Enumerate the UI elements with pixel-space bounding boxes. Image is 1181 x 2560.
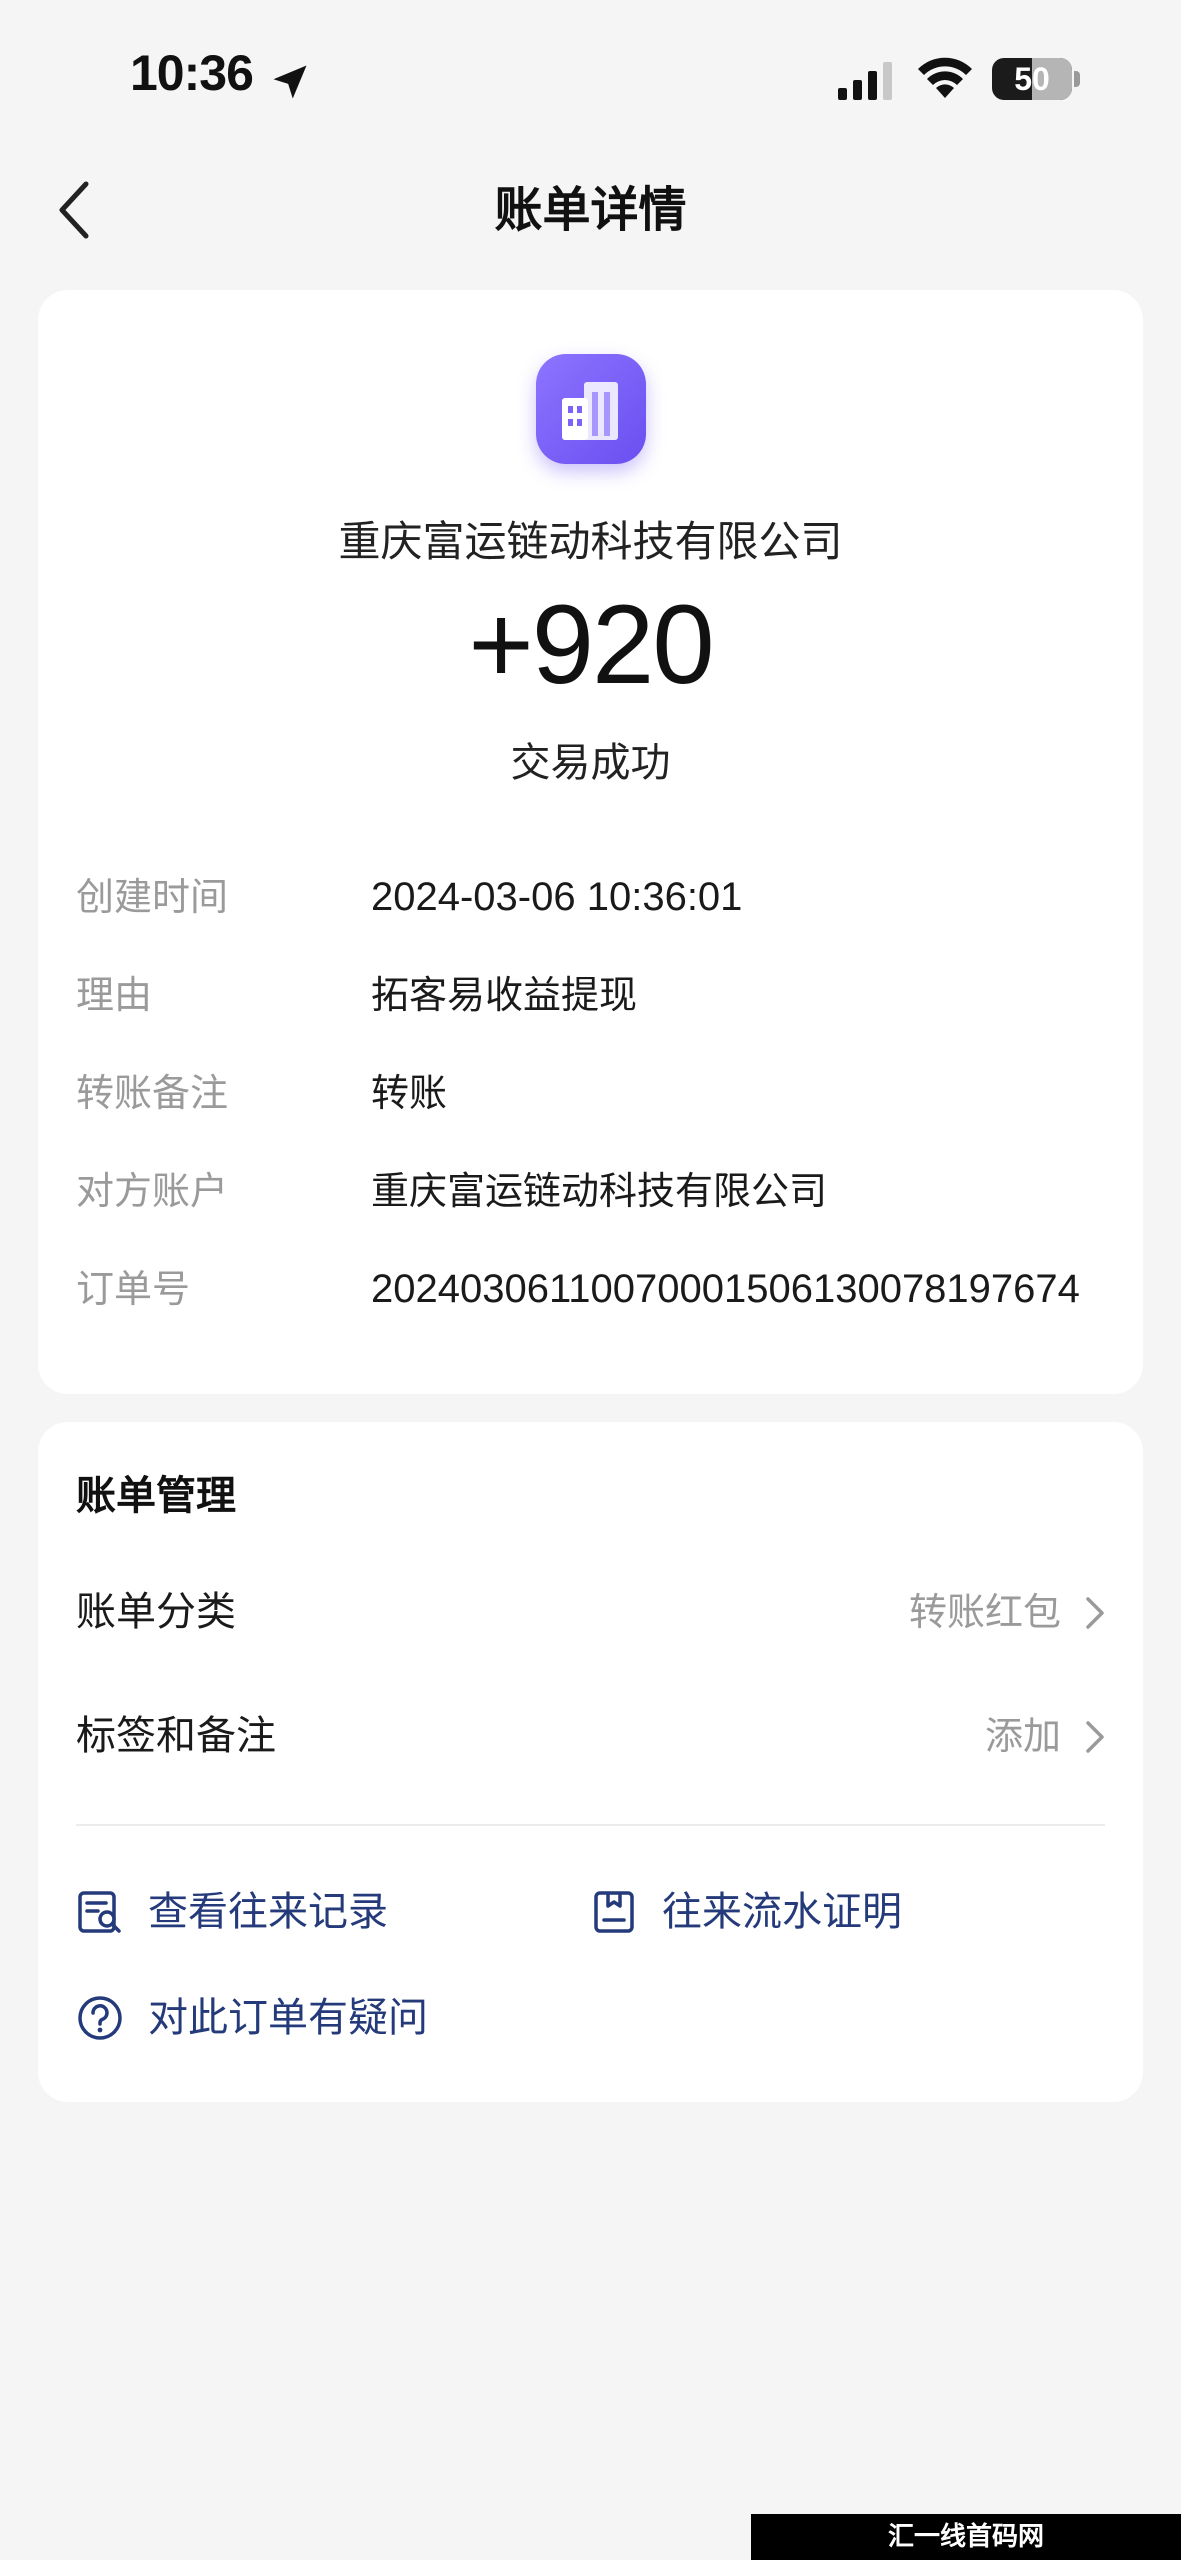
row-label: 标签和备注 bbox=[76, 1713, 276, 1759]
nav-bar: 账单详情 bbox=[0, 160, 1181, 260]
detail-row-created-time: 创建时间 2024-03-06 10:36:01 bbox=[38, 862, 1143, 932]
detail-label: 创建时间 bbox=[76, 875, 229, 919]
row-value: 添加 bbox=[984, 1714, 1061, 1758]
site-watermark: 汇一线首码网 www.huiyixian.com bbox=[751, 2514, 1181, 2560]
building-icon bbox=[562, 382, 618, 440]
order-number-value[interactable]: 20240306110070001506130078197674 bbox=[371, 1254, 1080, 1324]
statement-icon bbox=[594, 1891, 634, 1933]
action-label: 对此订单有疑问 bbox=[148, 1995, 428, 2041]
detail-row-counterparty: 对方账户 重庆富运链动科技有限公司 bbox=[38, 1156, 1143, 1226]
statement-proof-button[interactable]: 往来流水证明 bbox=[590, 1872, 1030, 1952]
merchant-logo bbox=[536, 354, 646, 464]
detail-row-reason: 理由 拓客易收益提现 bbox=[38, 960, 1143, 1030]
status-bar: 10:36 50 bbox=[0, 0, 1181, 160]
detail-value: 2024-03-06 10:36:01 bbox=[371, 875, 743, 919]
battery-nub bbox=[1074, 71, 1080, 87]
detail-label: 转账备注 bbox=[76, 1071, 229, 1115]
status-time: 10:36 bbox=[130, 45, 254, 101]
chevron-right-icon bbox=[1086, 1597, 1104, 1629]
cellular-signal-icon bbox=[838, 62, 892, 100]
row-value: 转账红包 bbox=[908, 1590, 1061, 1634]
battery-icon: 50 bbox=[992, 58, 1072, 100]
transaction-card: 重庆富运链动科技有限公司 +920 交易成功 创建时间 2024-03-06 1… bbox=[38, 290, 1143, 1394]
detail-label: 理由 bbox=[76, 973, 153, 1017]
view-records-button[interactable]: 查看往来记录 bbox=[76, 1872, 516, 1952]
detail-value: 拓客易收益提现 bbox=[371, 973, 638, 1017]
order-question-button[interactable]: 对此订单有疑问 bbox=[76, 1978, 576, 2058]
transaction-status: 交易成功 bbox=[510, 740, 671, 786]
detail-row-transfer-note: 转账备注 转账 bbox=[38, 1058, 1143, 1128]
row-label: 账单分类 bbox=[76, 1589, 236, 1635]
page-title: 账单详情 bbox=[494, 182, 687, 238]
detail-value: 重庆富运链动科技有限公司 bbox=[371, 1169, 828, 1213]
back-chevron-icon[interactable] bbox=[52, 178, 96, 242]
records-search-icon bbox=[78, 1891, 121, 1933]
detail-label: 对方账户 bbox=[76, 1169, 229, 1213]
section-title: 账单管理 bbox=[76, 1473, 236, 1519]
divider bbox=[76, 1824, 1105, 1826]
merchant-name: 重庆富运链动科技有限公司 bbox=[338, 517, 843, 566]
tags-and-notes-row[interactable]: 标签和备注 添加 bbox=[38, 1686, 1143, 1786]
battery-level: 50 bbox=[1014, 61, 1050, 97]
detail-label: 订单号 bbox=[76, 1267, 191, 1311]
wifi-icon bbox=[918, 57, 972, 98]
action-label: 查看往来记录 bbox=[148, 1889, 388, 1935]
detail-row-order-number: 订单号 20240306110070001506130078197674 bbox=[38, 1254, 1143, 1324]
transaction-amount: +920 bbox=[468, 582, 714, 707]
bill-management-card: 账单管理 账单分类 转账红包 标签和备注 添加 查看往来记录 往来流水证明 对此… bbox=[38, 1422, 1143, 2102]
chevron-right-icon bbox=[1086, 1721, 1104, 1753]
location-arrow-icon bbox=[273, 65, 307, 99]
action-label: 往来流水证明 bbox=[662, 1889, 902, 1935]
question-icon bbox=[78, 1996, 122, 2040]
bill-category-row[interactable]: 账单分类 转账红包 bbox=[38, 1562, 1143, 1662]
detail-value: 转账 bbox=[371, 1071, 448, 1115]
